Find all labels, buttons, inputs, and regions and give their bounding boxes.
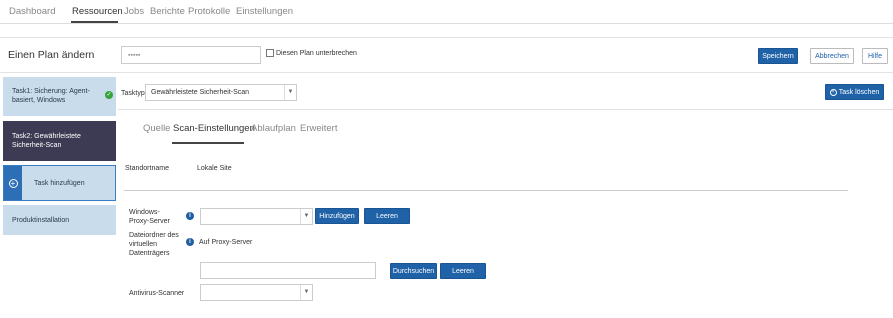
chevron-down-icon: ▼ [300,209,312,224]
pause-plan-checkbox[interactable] [266,49,274,57]
cancel-button[interactable]: Abbrechen [810,48,854,64]
proxy-select[interactable]: ▼ [200,208,313,225]
sidebar-item-task2[interactable]: Task2: Gewährleistete Sicherheit-Scan [3,121,116,161]
tab-scan-einstellungen[interactable]: Scan-Einstellungen [173,123,255,134]
plan-header: Einen Plan ändern Diesen Plan unterbrech… [0,37,893,73]
sidebar-item-task1[interactable]: Task1: Sicherung: Agent-basiert, Windows… [3,77,116,116]
delete-task-label: Task löschen [838,88,880,96]
proxy-label: Windows-Proxy-Server [129,209,170,225]
add-icon: + [8,178,18,188]
nav-tab-berichte[interactable]: Berichte [150,6,185,17]
save-button[interactable]: Speichern [758,48,798,64]
section-divider [124,190,848,191]
add-proxy-button[interactable]: Hinzufügen [315,208,359,224]
tab-erweitert[interactable]: Erweitert [300,123,337,134]
sidebar-item-label: Task2: Gewährleistete Sicherheit-Scan [12,133,81,149]
plan-name-input[interactable] [121,46,261,64]
nav-tab-ressourcen[interactable]: Ressourcen [72,6,123,17]
site-name-value: Lokale Site [197,165,232,172]
clear-folder-button[interactable]: Leeren [440,263,486,279]
clear-proxy-button[interactable]: Leeren [364,208,410,224]
subtab-active-underline [172,142,244,144]
sidebar-item-label: Task hinzufügen [34,180,85,187]
divider [118,109,893,110]
sidebar-item-add-task[interactable]: + Task hinzufügen [3,165,116,201]
vd-folder-input[interactable] [200,262,376,279]
tab-quelle[interactable]: Quelle [143,123,170,134]
antivirus-label: Antivirus-Scanner [129,290,185,297]
page-title: Einen Plan ändern [8,49,95,61]
antivirus-select[interactable]: ▼ [200,284,313,301]
chevron-down-icon: ▼ [300,285,312,300]
site-name-label: Standortname [125,165,169,172]
nav-active-underline [71,21,118,23]
top-navigation: Dashboard Ressourcen Jobs Berichte Proto… [0,0,893,24]
tasktype-value: Gewährleistete Sicherheit-Scan [151,89,250,96]
vd-folder-label: Dateiordner des virtuellen Datenträgers [129,232,179,257]
check-icon: ✓ [105,91,113,99]
pause-plan-label: Diesen Plan unterbrechen [276,49,357,57]
tasktype-select[interactable]: Gewährleistete Sicherheit-Scan ▼ [145,84,297,101]
info-icon: i [186,212,194,220]
sidebar-item-label: Task1: Sicherung: Agent-basiert, Windows [12,88,90,104]
add-icon-box: + [4,166,22,200]
nav-tab-jobs[interactable]: Jobs [124,6,144,17]
sidebar-item-product-install[interactable]: Produktinstallation [3,205,116,235]
info-icon: i [186,238,194,246]
nav-tab-dashboard[interactable]: Dashboard [9,6,55,17]
sidebar-item-label: Produktinstallation [12,217,70,224]
nav-tab-protokolle[interactable]: Protokolle [188,6,230,17]
vd-folder-note: Auf Proxy-Server [199,239,253,246]
nav-tab-einstellungen[interactable]: Einstellungen [236,6,293,17]
help-button[interactable]: Hilfe [862,48,888,64]
pause-plan-option[interactable]: Diesen Plan unterbrechen [266,49,357,57]
browse-button[interactable]: Durchsuchen [390,263,437,279]
chevron-down-icon: ▼ [284,85,296,100]
tasktype-label: Tasktyp [121,90,145,97]
tab-ablaufplan[interactable]: Ablaufplan [251,123,296,134]
close-circle-icon: × [829,88,837,96]
delete-task-button[interactable]: × Task löschen [825,84,884,100]
